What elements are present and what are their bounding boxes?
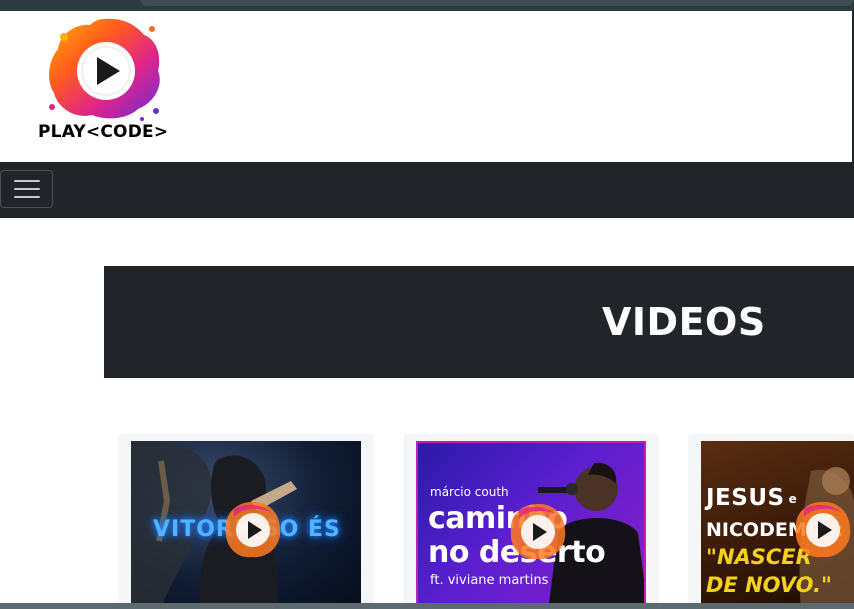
hamburger-menu-icon-bar xyxy=(13,196,40,198)
video-title-line-4: DE NOVO." xyxy=(706,573,832,597)
hamburger-menu-icon xyxy=(13,180,40,182)
site-logo[interactable]: PLAY<CODE> xyxy=(38,15,172,145)
video-featuring: ft. viviane martins xyxy=(430,573,549,588)
hamburger-menu-icon-bar xyxy=(13,188,40,190)
navbar-toggler-button[interactable] xyxy=(0,170,53,208)
play-icon[interactable] xyxy=(792,499,854,561)
video-card[interactable]: márcio couth caminho no deserto ft. vivi… xyxy=(403,434,659,609)
video-thumbnail[interactable]: VITORIOSO ÉS xyxy=(131,441,361,609)
page-title: VIDEOS xyxy=(602,300,766,344)
address-bar[interactable] xyxy=(140,0,854,6)
video-card[interactable]: VITORIOSO ÉS xyxy=(118,434,374,609)
video-artist: márcio couth xyxy=(430,485,509,499)
videos-banner: VIDEOS xyxy=(104,266,854,378)
site-header: PLAY<CODE> xyxy=(0,11,854,162)
play-splash-logo-icon xyxy=(49,18,160,121)
video-title: JESUS e xyxy=(706,485,798,511)
play-icon[interactable] xyxy=(222,499,284,561)
logo-text: PLAY<CODE> xyxy=(38,122,169,142)
horizontal-scrollbar[interactable] xyxy=(0,603,854,609)
video-thumbnail[interactable]: márcio couth caminho no deserto ft. vivi… xyxy=(416,441,646,609)
play-icon[interactable] xyxy=(507,501,569,563)
main-navbar xyxy=(0,162,854,218)
video-card[interactable]: JESUS e NICODEMUS: "NASCER DE NOVO." xyxy=(688,434,854,609)
browser-strip xyxy=(0,0,854,11)
video-thumbnail[interactable]: JESUS e NICODEMUS: "NASCER DE NOVO." xyxy=(701,441,854,609)
